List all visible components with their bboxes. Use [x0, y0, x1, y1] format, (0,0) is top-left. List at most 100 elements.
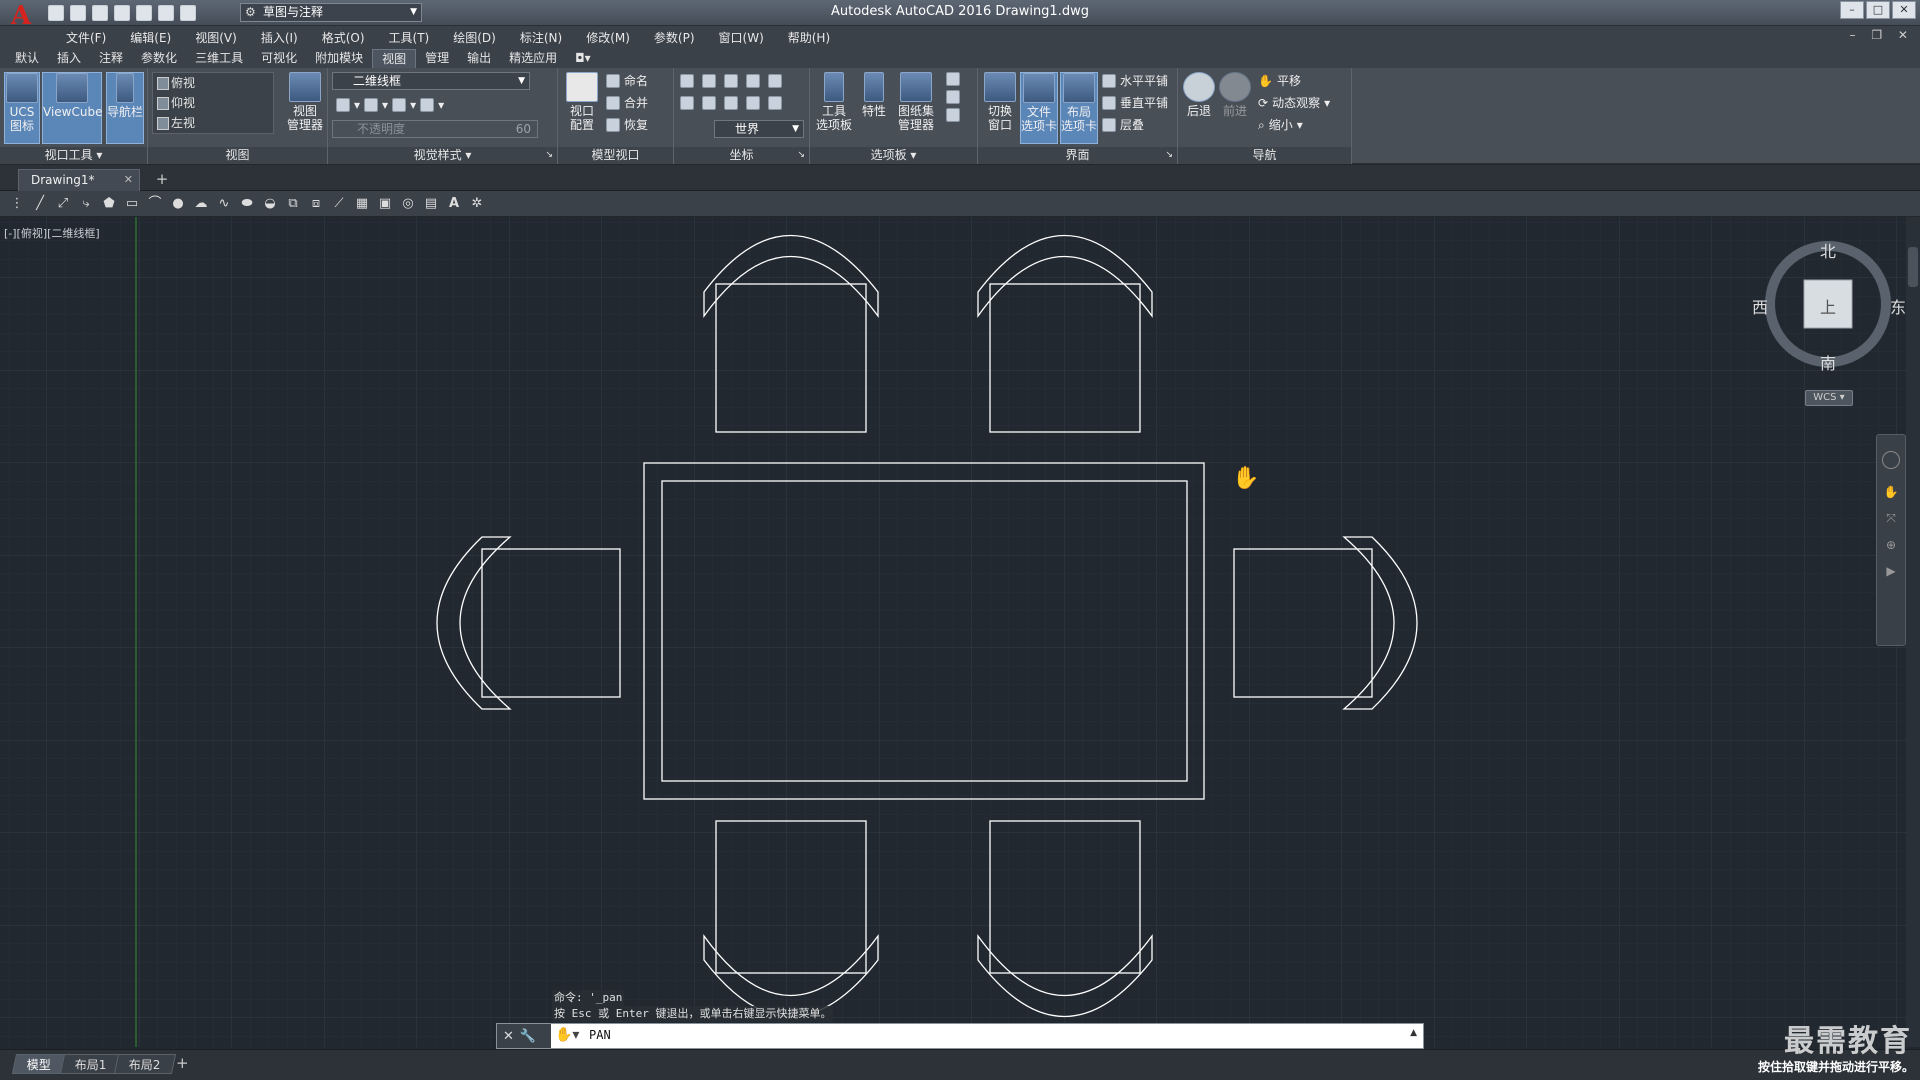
- view-manager-button[interactable]: 视图 管理器: [286, 72, 324, 132]
- join-viewports-button[interactable]: 合并: [606, 94, 648, 112]
- viewcube-button[interactable]: ViewCube: [42, 72, 102, 144]
- wrench-icon[interactable]: 🔧: [520, 1029, 536, 1044]
- tab-featured-apps[interactable]: 精选应用: [500, 49, 566, 68]
- dialog-launcher-icon[interactable]: ↘: [545, 147, 553, 164]
- pan-icon[interactable]: ✋: [1882, 485, 1900, 499]
- back-button[interactable]: 后退: [1182, 72, 1216, 118]
- steering-wheel-icon[interactable]: [1882, 451, 1900, 469]
- gradient-icon[interactable]: ▣: [376, 195, 394, 213]
- arc-icon[interactable]: ⌒: [146, 195, 164, 213]
- view-item-left[interactable]: 左视: [153, 113, 273, 133]
- panel-title-visual-styles[interactable]: 视觉样式 ▾ ↘: [328, 147, 557, 164]
- insert-block-icon[interactable]: ⧉: [284, 195, 302, 213]
- tile-vertical-button[interactable]: 垂直平铺: [1102, 94, 1168, 112]
- menu-draw[interactable]: 绘图(D): [441, 29, 508, 46]
- menu-file[interactable]: 文件(F): [54, 29, 118, 46]
- visual-style-select[interactable]: 二维线框 ▼: [332, 72, 530, 90]
- menu-format[interactable]: 格式(O): [310, 29, 377, 46]
- panel-title-palettes[interactable]: 选项板 ▾: [810, 147, 977, 164]
- ellipse-icon[interactable]: ⬬: [238, 195, 256, 213]
- ucs-select[interactable]: 世界 ▼: [714, 120, 804, 138]
- hand-icon[interactable]: ✋▾: [555, 1027, 579, 1043]
- menu-edit[interactable]: 编辑(E): [118, 29, 183, 46]
- menu-window[interactable]: 窗口(W): [707, 29, 776, 46]
- ribbon-toggle-icon[interactable]: ◘▾: [566, 49, 600, 68]
- tile-horizontal-button[interactable]: 水平平铺: [1102, 72, 1168, 90]
- layout-tab-layout2[interactable]: 布局2: [113, 1054, 176, 1074]
- layout-tab-layout1[interactable]: 布局1: [59, 1054, 122, 1074]
- rectangle-icon[interactable]: ▭: [123, 195, 141, 213]
- close-button[interactable]: ✕: [1892, 1, 1916, 19]
- view-item-bottom[interactable]: 仰视: [153, 93, 273, 113]
- maximize-button[interactable]: □: [1866, 1, 1890, 19]
- views-list[interactable]: 俯视 仰视 左视: [152, 72, 274, 134]
- tab-3d-tools[interactable]: 三维工具: [186, 49, 252, 68]
- palette-small-tools[interactable]: [946, 72, 960, 122]
- panel-title-viewport-tools[interactable]: 视口工具 ▾: [0, 147, 147, 164]
- construction-line-icon[interactable]: ⤢: [54, 195, 72, 213]
- viewport-config-button[interactable]: 视口 配置: [562, 72, 602, 132]
- viewport-controls[interactable]: [-][俯视][二维线框]: [4, 225, 100, 241]
- compass-east[interactable]: 东: [1890, 294, 1906, 318]
- forward-button[interactable]: 前进: [1218, 72, 1252, 118]
- zoom-button[interactable]: ⌕ 缩小 ▾: [1258, 116, 1303, 134]
- document-window-controls[interactable]: – ❐ ✕: [1850, 28, 1914, 42]
- tab-parametric[interactable]: 参数化: [132, 49, 186, 68]
- menu-tools[interactable]: 工具(T): [377, 29, 442, 46]
- point-icon[interactable]: ⟋: [330, 195, 348, 213]
- tool-palettes-button[interactable]: 工具 选项板: [814, 72, 854, 132]
- opacity-slider[interactable]: 不透明度 60: [332, 120, 538, 138]
- sheet-set-manager-button[interactable]: 图纸集 管理器: [894, 72, 938, 132]
- drag-handle-icon[interactable]: ⋮: [8, 195, 26, 213]
- tab-default[interactable]: 默认: [6, 49, 48, 68]
- named-viewports-button[interactable]: 命名: [606, 72, 648, 90]
- menu-modify[interactable]: 修改(M): [574, 29, 642, 46]
- tab-visualize[interactable]: 可视化: [252, 49, 306, 68]
- spline-icon[interactable]: ∿: [215, 195, 233, 213]
- revision-cloud-icon[interactable]: ☁: [192, 195, 210, 213]
- new-tab-button[interactable]: +: [152, 171, 172, 189]
- hatch-icon[interactable]: ▦: [353, 195, 371, 213]
- tab-view[interactable]: 视图: [372, 48, 417, 68]
- minimize-button[interactable]: –: [1840, 1, 1864, 19]
- tab-annotate[interactable]: 注释: [90, 49, 132, 68]
- compass-west[interactable]: 西: [1752, 294, 1768, 318]
- circle-icon[interactable]: ●: [169, 195, 187, 213]
- tab-output[interactable]: 输出: [458, 49, 500, 68]
- orbit-button[interactable]: ⟳ 动态观察 ▾: [1258, 94, 1330, 112]
- add-selected-icon[interactable]: ✲: [468, 195, 486, 213]
- tab-manage[interactable]: 管理: [416, 49, 458, 68]
- tab-insert[interactable]: 插入: [48, 49, 90, 68]
- switch-windows-button[interactable]: 切换 窗口: [982, 72, 1018, 132]
- region-icon[interactable]: ◎: [399, 195, 417, 213]
- drawing-canvas[interactable]: [-][俯视][二维线框]: [0, 217, 1906, 1047]
- visual-style-tools[interactable]: ▾ ▾ ▾ ▾: [336, 96, 444, 114]
- cascade-button[interactable]: 层叠: [1102, 116, 1144, 134]
- polyline-icon[interactable]: ⤷: [77, 195, 95, 213]
- file-tabs-button[interactable]: 文件 选项卡: [1020, 72, 1058, 144]
- menu-view[interactable]: 视图(V): [183, 29, 249, 46]
- make-block-icon[interactable]: ⧈: [307, 195, 325, 213]
- zoom-extents-icon[interactable]: ⤧: [1882, 511, 1900, 526]
- showmotion-icon[interactable]: ▶: [1882, 564, 1900, 578]
- menu-help[interactable]: 帮助(H): [776, 29, 842, 46]
- menu-dimension[interactable]: 标注(N): [508, 29, 574, 46]
- restore-viewports-button[interactable]: 恢复: [606, 116, 648, 134]
- ucs-icon-button[interactable]: UCS 图标: [4, 72, 40, 144]
- table-icon[interactable]: ▤: [422, 195, 440, 213]
- ucs-tools-row-2[interactable]: [680, 94, 782, 112]
- scrollbar-thumb[interactable]: [1908, 247, 1918, 287]
- pan-button[interactable]: ✋ 平移: [1258, 72, 1301, 90]
- navbar-button[interactable]: 导航栏: [106, 72, 144, 144]
- compass-south[interactable]: 南: [1820, 350, 1836, 374]
- vertical-scrollbar[interactable]: [1906, 217, 1920, 1047]
- menu-parametric[interactable]: 参数(P): [642, 29, 707, 46]
- file-tab-drawing1[interactable]: Drawing1* ✕: [18, 169, 140, 191]
- menu-insert[interactable]: 插入(I): [249, 29, 310, 46]
- polygon-icon[interactable]: ⬟: [100, 195, 118, 213]
- view-item-top[interactable]: 俯视: [153, 73, 273, 93]
- viewcube[interactable]: 北 南 东 西 上: [1752, 236, 1912, 416]
- tab-addins[interactable]: 附加模块: [306, 49, 372, 68]
- dialog-launcher-icon[interactable]: ↘: [797, 147, 805, 164]
- chevron-up-icon[interactable]: ▲: [1410, 1028, 1417, 1038]
